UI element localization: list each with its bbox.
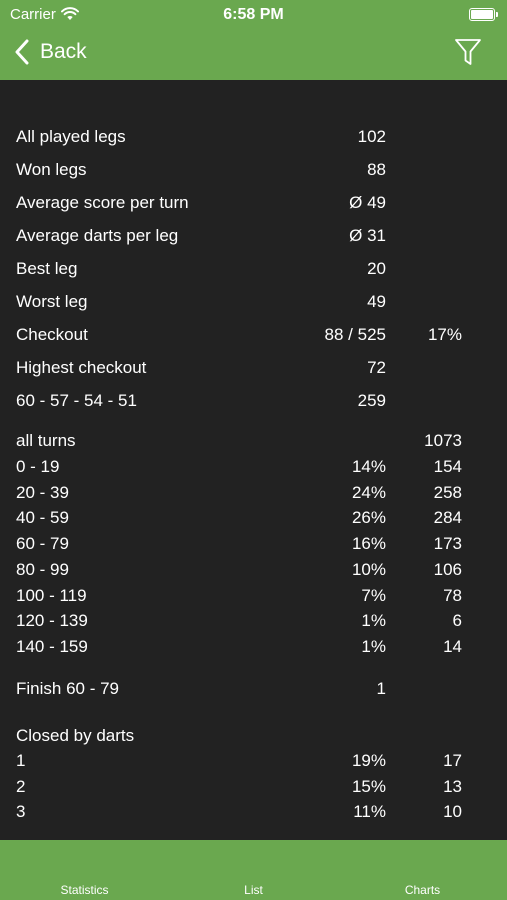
summary-row: Best leg 20 bbox=[16, 257, 476, 281]
finish-row: Finish 60 - 79 1 bbox=[16, 677, 476, 701]
tab-bar: Statistics List Charts bbox=[0, 840, 507, 900]
closed-by-title: Closed by darts bbox=[16, 726, 135, 745]
closed-by-title-row: Closed by darts bbox=[16, 724, 476, 748]
back-label: Back bbox=[40, 40, 87, 63]
turn-range-label: 20 - 39 bbox=[16, 482, 69, 502]
summary-row: 60 - 57 - 54 - 51 259 bbox=[16, 389, 476, 413]
battery-icon bbox=[469, 8, 498, 21]
turn-range-percent: 1% bbox=[361, 611, 386, 631]
turn-range-row: 140 - 159 1% 14 bbox=[16, 635, 476, 659]
clock: 6:58 PM bbox=[223, 6, 284, 23]
turn-range-count: 106 bbox=[433, 559, 462, 579]
summary-value: 72 bbox=[367, 358, 386, 377]
summary-row: Worst leg 49 bbox=[16, 290, 476, 314]
turn-range-percent: 26% bbox=[351, 508, 386, 528]
summary-label: All played legs bbox=[16, 127, 126, 146]
closed-by-count: 17 bbox=[443, 751, 462, 770]
turn-range-percent: 14% bbox=[351, 457, 386, 476]
closed-by-count: 10 bbox=[443, 802, 462, 822]
turn-range-count: 154 bbox=[433, 457, 462, 476]
turn-range-percent: 10% bbox=[351, 559, 386, 579]
tab-list[interactable]: List bbox=[169, 883, 338, 897]
closed-by-row: 2 15% 13 bbox=[16, 775, 476, 799]
turn-range-count: 258 bbox=[433, 482, 462, 502]
back-button[interactable]: Back bbox=[14, 36, 87, 68]
summary-label: Worst leg bbox=[16, 292, 88, 311]
turn-range-row: 100 - 119 7% 78 bbox=[16, 584, 476, 608]
summary-row: All played legs 102 bbox=[16, 125, 476, 149]
summary-label: Highest checkout bbox=[16, 358, 147, 377]
turn-range-percent: 24% bbox=[351, 482, 386, 502]
closed-by-darts: 2 bbox=[16, 776, 26, 796]
summary-label: Won legs bbox=[16, 160, 87, 179]
statistics-content: All played legs 102 Won legs 88 Average scor… bbox=[0, 80, 507, 840]
turn-range-label: 120 - 139 bbox=[16, 611, 88, 631]
tab-charts[interactable]: Charts bbox=[338, 883, 507, 897]
summary-row: Highest checkout 72 bbox=[16, 356, 476, 380]
filter-icon[interactable] bbox=[453, 37, 483, 67]
summary-value: 102 bbox=[357, 127, 386, 146]
summary-label: 60 - 57 - 54 - 51 bbox=[16, 391, 137, 410]
summary-value: Ø 49 bbox=[349, 193, 386, 212]
summary-value: 88 bbox=[367, 160, 386, 179]
summary-value: 20 bbox=[367, 259, 386, 278]
summary-row: Won legs 88 bbox=[16, 158, 476, 182]
turn-range-label: 60 - 79 bbox=[16, 534, 69, 554]
summary-row: Average score per turn Ø 49 bbox=[16, 191, 476, 215]
closed-by-percent: 15% bbox=[351, 776, 386, 796]
turn-range-row: 0 - 19 14% 154 bbox=[16, 455, 476, 479]
turns-header-total: 1073 bbox=[424, 431, 462, 450]
turn-range-count: 284 bbox=[433, 508, 462, 528]
turn-range-label: 80 - 99 bbox=[16, 559, 69, 579]
summary-label: Average score per turn bbox=[16, 193, 189, 212]
turn-range-percent: 1% bbox=[361, 636, 386, 656]
closed-by-row: 3 11% 10 bbox=[16, 800, 476, 824]
turn-range-row: 20 - 39 24% 258 bbox=[16, 481, 476, 505]
turn-range-count: 173 bbox=[433, 534, 462, 554]
summary-label: Average darts per leg bbox=[16, 226, 179, 245]
turn-range-count: 78 bbox=[443, 585, 462, 605]
turn-range-label: 40 - 59 bbox=[16, 508, 69, 528]
summary-extra: 17% bbox=[427, 325, 462, 344]
turn-range-percent: 7% bbox=[361, 585, 386, 605]
turn-range-row: 60 - 79 16% 173 bbox=[16, 532, 476, 556]
turn-range-count: 6 bbox=[452, 611, 462, 631]
summary-value: Ø 31 bbox=[349, 226, 386, 245]
turn-range-row: 80 - 99 10% 106 bbox=[16, 558, 476, 582]
turn-range-label: 0 - 19 bbox=[16, 457, 60, 476]
summary-value: 259 bbox=[357, 391, 386, 410]
status-bar: Carrier 6:58 PM bbox=[0, 4, 507, 26]
closed-by-count: 13 bbox=[443, 776, 462, 796]
turn-range-row: 40 - 59 26% 284 bbox=[16, 506, 476, 530]
turn-range-row: 120 - 139 1% 6 bbox=[16, 609, 476, 633]
tab-statistics[interactable]: Statistics bbox=[0, 883, 169, 897]
summary-value: 49 bbox=[367, 292, 386, 311]
summary-value: 88 / 525 bbox=[324, 325, 386, 344]
finish-label: Finish 60 - 79 bbox=[16, 679, 119, 698]
summary-label: Best leg bbox=[16, 259, 78, 278]
closed-by-percent: 19% bbox=[351, 751, 386, 770]
turn-range-percent: 16% bbox=[351, 534, 386, 554]
summary-label: Checkout bbox=[16, 325, 88, 344]
turn-range-label: 140 - 159 bbox=[16, 636, 88, 656]
summary-row: Average darts per leg Ø 31 bbox=[16, 224, 476, 248]
closed-by-row: 1 19% 17 bbox=[16, 749, 476, 773]
turn-range-label: 100 - 119 bbox=[16, 585, 87, 605]
closed-by-percent: 11% bbox=[353, 802, 386, 822]
closed-by-darts: 1 bbox=[16, 751, 26, 770]
turn-range-count: 14 bbox=[443, 636, 462, 656]
summary-row: Checkout 88 / 525 17% bbox=[16, 323, 476, 347]
navigation-bar: Carrier 6:58 PM Back bbox=[0, 0, 507, 80]
closed-by-darts: 3 bbox=[16, 802, 26, 822]
turns-header-row: all turns 1073 bbox=[16, 429, 476, 453]
turns-header-label: all turns bbox=[16, 431, 76, 450]
finish-value: 1 bbox=[376, 679, 386, 698]
chevron-left-icon bbox=[15, 39, 29, 65]
